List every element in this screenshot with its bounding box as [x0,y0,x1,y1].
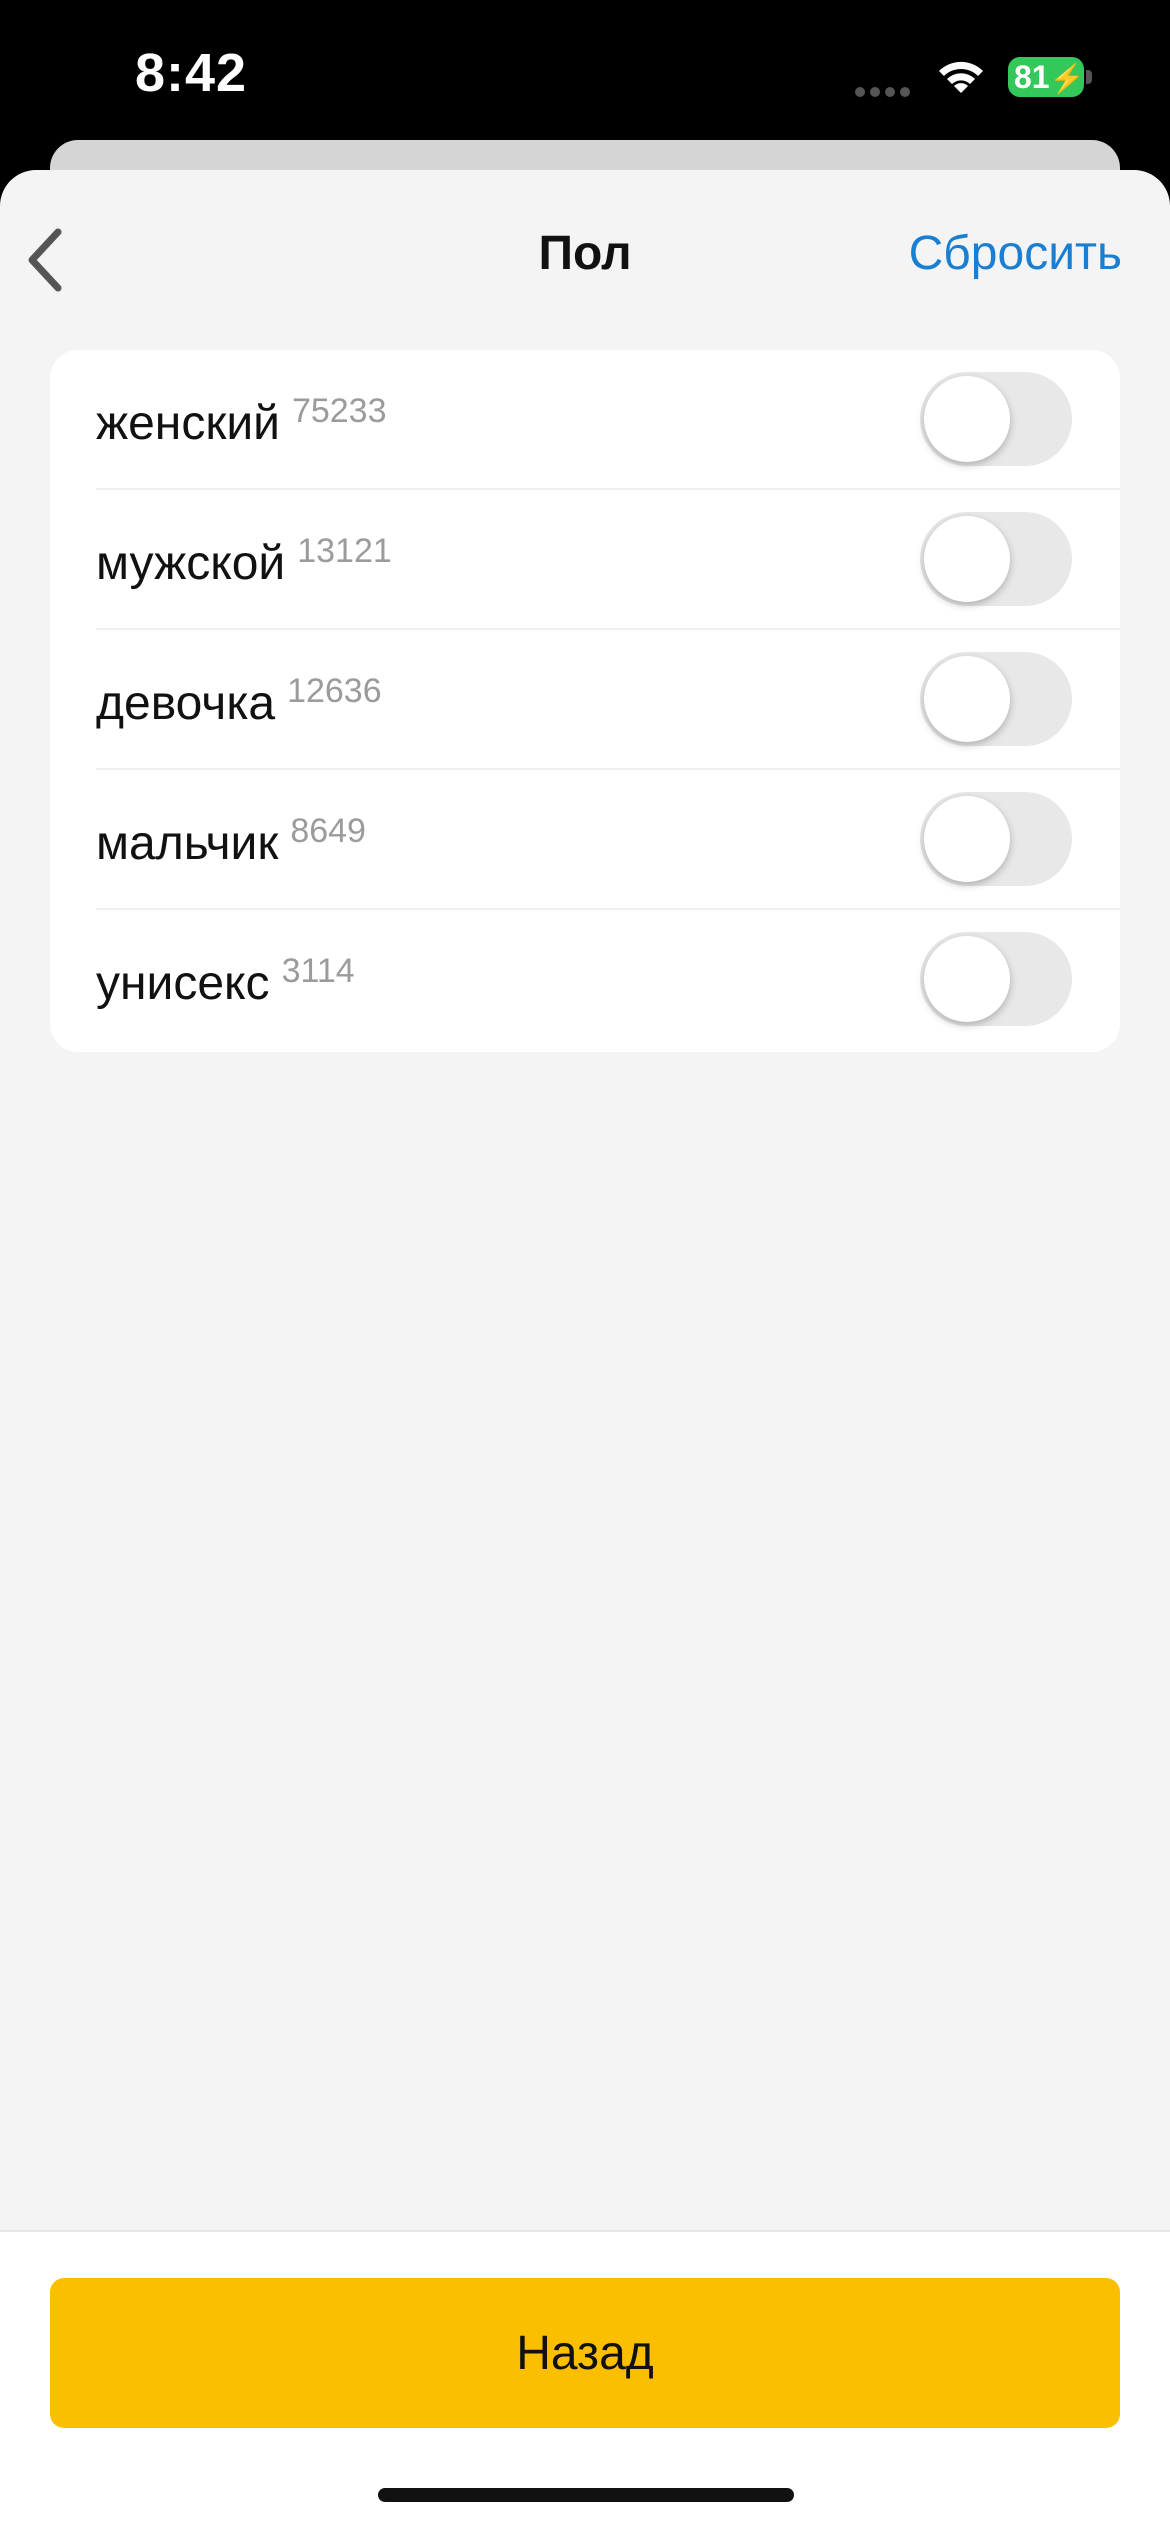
list-item[interactable]: мужской 13121 [50,490,1120,630]
wifi-icon [939,61,983,93]
toggle-knob [924,936,1010,1022]
toggle-switch[interactable] [920,792,1072,886]
toggle-knob [924,376,1010,462]
reset-button[interactable]: Сбросить [909,226,1122,281]
option-label: унисекс 3114 [96,952,355,1011]
back-button[interactable]: Назад [50,2278,1120,2428]
toggle-knob [924,516,1010,602]
option-label-text: мальчик [96,817,279,870]
toggle-switch[interactable] [920,512,1072,606]
toggle-switch[interactable] [920,932,1072,1026]
option-label: мужской 13121 [96,532,392,591]
toggle-switch[interactable] [920,652,1072,746]
battery-tip [1086,70,1092,84]
toggle-knob [924,796,1010,882]
battery-level: 81 [1014,59,1050,95]
cellular-icon [855,84,915,97]
option-count: 8649 [290,812,366,850]
option-label-text: унисекс [96,957,270,1010]
list-item[interactable]: мальчик 8649 [50,770,1120,910]
option-label-text: женский [96,397,280,450]
home-indicator [378,2488,794,2502]
list-item[interactable]: унисекс 3114 [50,910,1120,1050]
option-count: 13121 [297,532,392,570]
option-label-text: девочка [96,677,276,730]
option-label: мальчик 8649 [96,812,366,871]
toggle-knob [924,656,1010,742]
option-count: 75233 [291,392,387,430]
option-label: девочка 12636 [96,672,382,731]
status-bar: 8:42 81⚡ [0,0,1170,150]
list-item[interactable]: женский 75233 [50,350,1120,490]
list-item[interactable]: девочка 12636 [50,630,1120,770]
battery-charging-icon: 81⚡ [1008,57,1084,97]
option-label: женский 75233 [96,392,386,451]
status-time: 8:42 [135,43,248,103]
toggle-switch[interactable] [920,372,1072,466]
options-list: женский 75233 мужской 13121 девочка 12636 м… [50,350,1120,1052]
option-count: 3114 [281,952,355,990]
option-count: 12636 [287,672,382,710]
option-label-text: мужской [96,537,286,590]
filter-sheet: Пол Сбросить женский 75233 мужской 13121 д… [0,170,1170,2532]
